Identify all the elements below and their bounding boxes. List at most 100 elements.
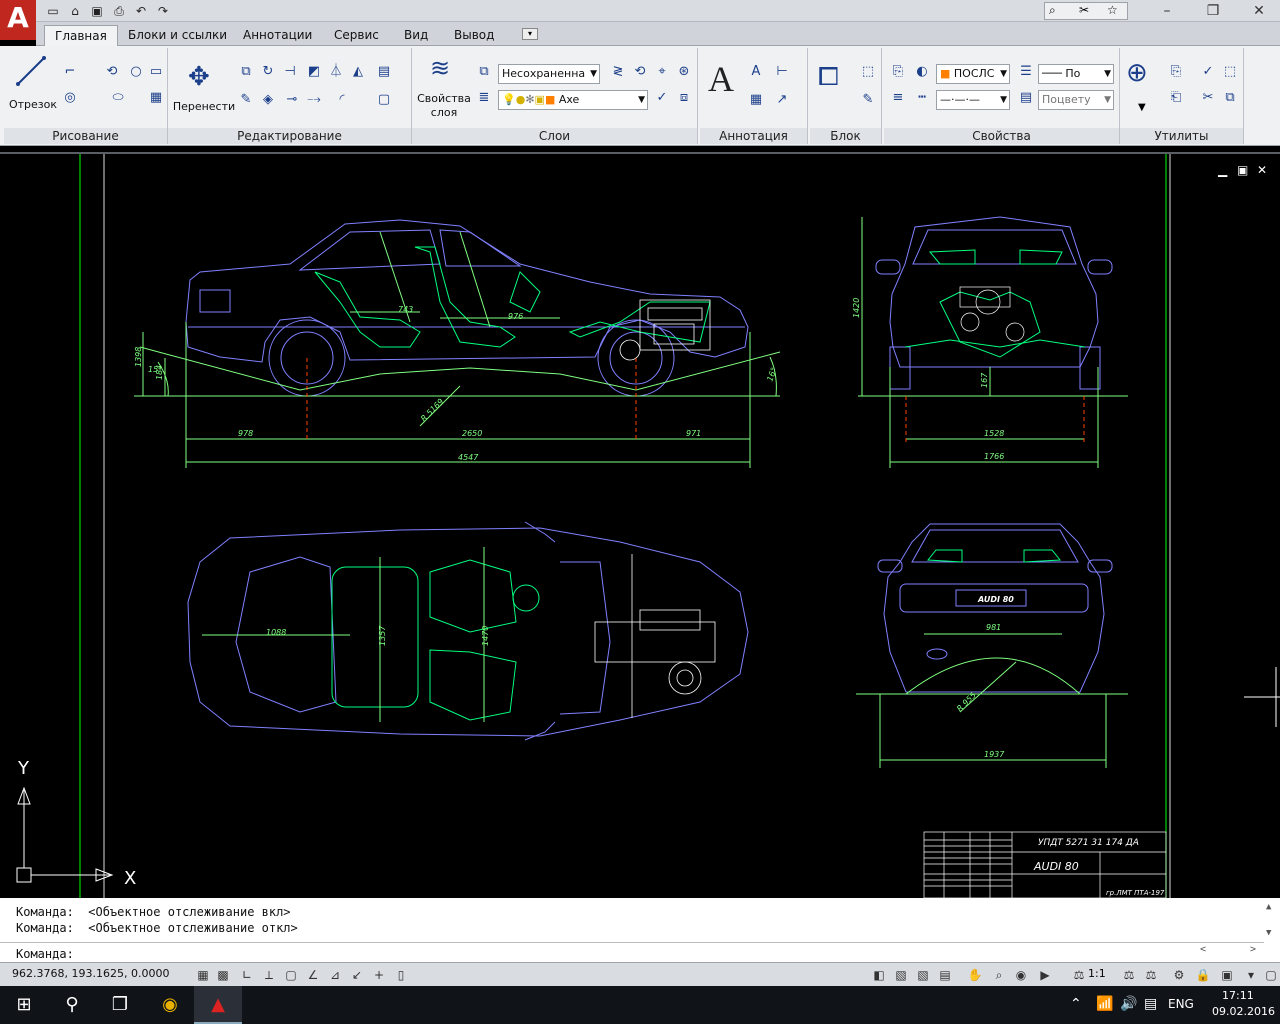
redo-icon[interactable]: ↷ xyxy=(154,3,172,19)
annotation-scale-icon[interactable]: ⚖ xyxy=(1070,966,1088,984)
list-icon[interactable]: ≡ xyxy=(888,88,908,108)
circle-center-icon[interactable]: ◎ xyxy=(60,88,80,108)
rotate-icon[interactable]: ↻ xyxy=(258,62,278,82)
tab-overflow-button[interactable]: ▾ xyxy=(522,28,538,40)
create-block-icon[interactable]: ⬚ xyxy=(858,62,878,82)
tab-output[interactable]: Вывод xyxy=(444,25,504,46)
chrome-icon[interactable]: ◉ xyxy=(146,986,194,1024)
command-scroll-up[interactable]: ▲ xyxy=(1266,902,1278,912)
infer-icon[interactable]: ▦ xyxy=(194,966,212,984)
linetype-icon[interactable]: ┅ xyxy=(912,88,932,108)
table-icon[interactable]: ▦ xyxy=(746,90,766,110)
layout-1-icon[interactable]: ▧ xyxy=(892,966,910,984)
circle-icon[interactable]: ○ xyxy=(126,62,146,82)
drawing-canvas[interactable]: ▁ ▣ ✕ 978 2650 971 4547 743 976 R 5169 1… xyxy=(0,152,1280,898)
break-icon[interactable]: ⊸ xyxy=(282,90,302,110)
panel-layers-title[interactable]: Слои xyxy=(412,128,697,144)
layer-iso-icon[interactable]: ⌖ xyxy=(652,62,672,82)
layer-unisolate-icon[interactable]: ⧈ xyxy=(674,88,694,108)
ducs-icon[interactable]: ↙ xyxy=(348,966,366,984)
clipboard-icon[interactable]: ⎗ xyxy=(1166,88,1186,108)
linetype-select[interactable]: —·—·— ▼ xyxy=(936,90,1010,110)
windows-start-icon[interactable]: ⊞ xyxy=(0,986,48,1024)
cut-icon[interactable]: ✂ xyxy=(1198,88,1218,108)
layer-properties-label[interactable]: Свойства слоя xyxy=(416,92,472,120)
command-scroll-left[interactable]: < xyxy=(1200,944,1206,955)
clock-date[interactable]: 09.02.2016 xyxy=(1212,1005,1275,1018)
search-icon[interactable]: ⌕ xyxy=(1049,3,1056,18)
tray-up-icon[interactable]: ⌃ xyxy=(1070,996,1082,1012)
line-label[interactable]: Отрезок xyxy=(6,98,60,111)
lock-icon[interactable]: 🔒 xyxy=(1194,966,1212,984)
panel-properties-title[interactable]: Свойства xyxy=(884,128,1119,144)
layer-properties-icon[interactable]: ≋ xyxy=(430,54,450,82)
clean-screen-icon[interactable]: ▢ xyxy=(1262,966,1280,984)
quick-view-icon[interactable]: ▤ xyxy=(936,966,954,984)
polyline-icon[interactable]: ⌐ xyxy=(60,62,80,82)
panel-utilities-title[interactable]: Утилиты xyxy=(1120,128,1243,144)
paste-icon[interactable]: ⎘ xyxy=(1166,62,1186,82)
tab-blocks[interactable]: Блоки и ссылки xyxy=(118,25,237,46)
command-scroll-right[interactable]: > xyxy=(1250,944,1256,955)
color-wheel-icon[interactable]: ◐ xyxy=(912,62,932,82)
minimize-button[interactable]: – xyxy=(1144,0,1190,22)
viewport-restore-icon[interactable]: ▣ xyxy=(1237,163,1248,177)
trim-icon[interactable]: ⊣ xyxy=(280,62,300,82)
undo-icon[interactable]: ↶ xyxy=(132,3,150,19)
notifications-icon[interactable]: ▤ xyxy=(1144,996,1157,1012)
join-icon[interactable]: ⤍ xyxy=(304,90,324,110)
tab-view[interactable]: Вид xyxy=(394,25,438,46)
network-icon[interactable]: 📶 xyxy=(1096,996,1113,1012)
layer-match-icon[interactable]: ≷ xyxy=(608,62,628,82)
status-menu-icon[interactable]: ▾ xyxy=(1242,966,1260,984)
clock-time[interactable]: 17:11 xyxy=(1222,989,1254,1002)
color-select[interactable]: ■ ПОСЛС ▼ xyxy=(936,64,1010,84)
polar-icon[interactable]: ▢ xyxy=(282,966,300,984)
favorites-icon[interactable]: ☆ xyxy=(1107,3,1118,17)
volume-icon[interactable]: 🔊 xyxy=(1120,996,1137,1012)
workspace-icon[interactable]: ⚙ xyxy=(1170,966,1188,984)
layout-2-icon[interactable]: ▧ xyxy=(914,966,932,984)
print-icon[interactable]: ⎙ xyxy=(110,3,128,19)
viewport-close-icon[interactable]: ✕ xyxy=(1257,163,1267,177)
move-icon[interactable]: ✥ xyxy=(188,62,210,92)
leader-icon[interactable]: ↗ xyxy=(772,90,792,110)
lineweight-select[interactable]: ─── По ▼ xyxy=(1038,64,1114,84)
viewport-minimize-icon[interactable]: ▁ xyxy=(1217,163,1228,177)
open-icon[interactable]: ⌂ xyxy=(66,3,84,19)
restore-button[interactable]: ❐ xyxy=(1190,0,1236,22)
layer-state-select[interactable]: Несохраненна ▼ xyxy=(498,64,600,84)
layer-select[interactable]: 💡●✻▣■ Axe ▼ xyxy=(498,90,648,110)
dimension-icon[interactable]: ⊢ xyxy=(772,62,792,82)
dyn-icon[interactable]: + xyxy=(370,966,388,984)
fillet-icon[interactable]: ◜ xyxy=(332,90,352,110)
offset-icon[interactable]: ▢ xyxy=(374,90,394,110)
array-icon[interactable]: ▤ xyxy=(374,62,394,82)
search-taskbar-icon[interactable]: ⚲ xyxy=(48,986,96,1024)
edit-block-icon[interactable]: ✎ xyxy=(858,90,878,110)
insert-block-icon[interactable]: ⧠ xyxy=(818,62,839,93)
ortho-icon[interactable]: ⟂ xyxy=(260,966,278,984)
steering-wheel-icon[interactable]: ◉ xyxy=(1012,966,1030,984)
hatch-icon[interactable]: ▦ xyxy=(146,88,166,108)
rectangle-icon[interactable]: ▭ xyxy=(146,62,166,82)
line-icon[interactable] xyxy=(14,54,48,88)
tab-home[interactable]: Главная xyxy=(44,25,118,46)
copy-icon[interactable]: ⧉ xyxy=(236,62,256,82)
move-label[interactable]: Перенести xyxy=(170,100,238,113)
model-icon[interactable]: ◧ xyxy=(870,966,888,984)
transparency-select[interactable]: Поцвету ▼ xyxy=(1038,90,1114,110)
autocad-logo[interactable]: A xyxy=(0,0,36,40)
task-view-icon[interactable]: ❐ xyxy=(96,986,144,1024)
annotation-scale-value[interactable]: 1:1 xyxy=(1088,967,1106,980)
grid-icon[interactable]: ▩ xyxy=(214,966,232,984)
copy-clip-icon[interactable]: ⧉ xyxy=(1220,88,1240,108)
ellipse-icon[interactable]: ⬭ xyxy=(108,88,128,108)
text-icon[interactable]: A xyxy=(708,58,734,100)
layer-prev-icon[interactable]: ⟲ xyxy=(630,62,650,82)
help-icon[interactable]: ✂ xyxy=(1079,3,1089,17)
quick-select-icon[interactable]: ✓ xyxy=(1198,62,1218,82)
tab-annotate[interactable]: Аннотации xyxy=(233,25,322,46)
transparency-icon[interactable]: ▤ xyxy=(1016,88,1036,108)
layer-freeze-icon[interactable]: ⊛ xyxy=(674,62,694,82)
